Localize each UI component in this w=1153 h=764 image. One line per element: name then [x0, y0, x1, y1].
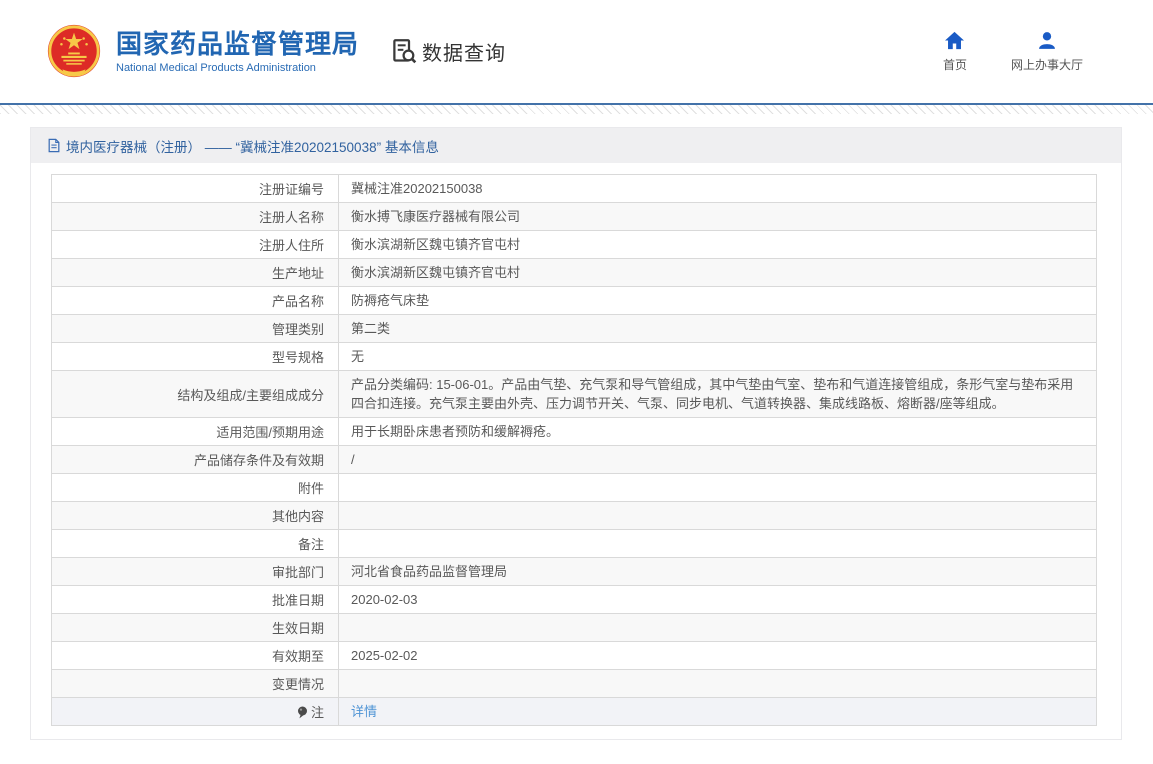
field-value: 防褥疮气床垫	[338, 286, 1097, 315]
nav-service-hall[interactable]: 网上办事大厅	[1011, 31, 1083, 73]
field-value: 衡水搏飞康医疗器械有限公司	[338, 202, 1097, 231]
table-row: 产品储存条件及有效期 /	[51, 445, 1097, 474]
field-value: 用于长期卧床患者预防和缓解褥疮。	[338, 417, 1097, 446]
field-value: 冀械注准20202150038	[338, 174, 1097, 203]
table-row: 注册证编号 冀械注准20202150038	[51, 174, 1097, 203]
table-row: 备注	[51, 529, 1097, 558]
table-row: 审批部门 河北省食品药品监督管理局	[51, 557, 1097, 586]
table-row: 其他内容	[51, 501, 1097, 530]
table-row: 结构及组成/主要组成成分 产品分类编码: 15-06-01。产品由气垫、充气泵和…	[51, 370, 1097, 418]
field-label: 型号规格	[51, 342, 339, 371]
data-query-icon	[393, 39, 417, 64]
nav-home[interactable]: 首页	[943, 31, 967, 73]
page-header: 国家药品监督管理局 National Medical Products Admi…	[0, 0, 1153, 103]
field-label: 批准日期	[51, 585, 339, 614]
panel-title-bar: 境内医疗器械（注册） —— “冀械注准20202150038” 基本信息	[31, 128, 1121, 163]
table-row: 产品名称 防褥疮气床垫	[51, 286, 1097, 315]
note-icon	[297, 706, 308, 722]
field-label: 其他内容	[51, 501, 339, 530]
table-row: 注册人名称 衡水搏飞康医疗器械有限公司	[51, 202, 1097, 231]
field-label: 备注	[51, 529, 339, 558]
table-row: 注册人住所 衡水滨湖新区魏屯镇齐官屯村	[51, 230, 1097, 259]
table-row: 生产地址 衡水滨湖新区魏屯镇齐官屯村	[51, 258, 1097, 287]
brand-title: 国家药品监督管理局	[116, 29, 360, 59]
data-query-section[interactable]: 数据查询	[391, 37, 506, 66]
field-value	[338, 669, 1097, 698]
user-icon	[1039, 31, 1055, 49]
field-value: 2025-02-02	[338, 641, 1097, 670]
detail-panel: 境内医疗器械（注册） —— “冀械注准20202150038” 基本信息 注册证…	[30, 127, 1122, 740]
field-label: 产品名称	[51, 286, 339, 315]
field-value: 无	[338, 342, 1097, 371]
field-value: 第二类	[338, 314, 1097, 343]
detail-link[interactable]: 详情	[351, 704, 377, 719]
field-value	[338, 613, 1097, 642]
field-label: 审批部门	[51, 557, 339, 586]
document-icon	[48, 138, 60, 153]
field-value: 2020-02-03	[338, 585, 1097, 614]
registration-info-table: 注册证编号 冀械注准20202150038 注册人名称 衡水搏飞康医疗器械有限公…	[51, 174, 1097, 726]
home-icon	[945, 31, 965, 49]
field-label: 有效期至	[51, 641, 339, 670]
note-field-value: 详情	[338, 697, 1097, 726]
top-nav: 首页 网上办事大厅	[943, 31, 1083, 73]
data-query-label: 数据查询	[422, 43, 507, 65]
field-label: 适用范围/预期用途	[51, 417, 339, 446]
table-row: 生效日期	[51, 613, 1097, 642]
field-label: 结构及组成/主要组成成分	[51, 370, 339, 418]
field-value: 衡水滨湖新区魏屯镇齐官屯村	[338, 230, 1097, 259]
field-label: 产品储存条件及有效期	[51, 445, 339, 474]
hatch-band	[0, 105, 1153, 114]
field-label: 注册人名称	[51, 202, 339, 231]
note-field-label: 注	[51, 697, 339, 726]
field-label: 变更情况	[51, 669, 339, 698]
brand-block: 国家药品监督管理局 National Medical Products Admi…	[116, 29, 359, 74]
table-row: 管理类别 第二类	[51, 314, 1097, 343]
field-value: 产品分类编码: 15-06-01。产品由气垫、充气泵和导气管组成，其中气垫由气室…	[338, 370, 1097, 418]
table-row: 附件	[51, 473, 1097, 502]
field-value: 衡水滨湖新区魏屯镇齐官屯村	[338, 258, 1097, 287]
nav-home-label: 首页	[942, 57, 967, 72]
table-row: 型号规格 无	[51, 342, 1097, 371]
nmpa-emblem-logo	[47, 24, 101, 77]
field-value	[338, 529, 1097, 558]
page-title: 境内医疗器械（注册） —— “冀械注准20202150038” 基本信息	[66, 139, 439, 155]
field-value: 河北省食品药品监督管理局	[338, 557, 1097, 586]
table-row: 适用范围/预期用途 用于长期卧床患者预防和缓解褥疮。	[51, 417, 1097, 446]
note-label: 注	[310, 704, 324, 720]
table-row: 有效期至 2025-02-02	[51, 641, 1097, 670]
nav-service-hall-label: 网上办事大厅	[1010, 57, 1083, 72]
field-label: 注册证编号	[51, 174, 339, 203]
field-label: 管理类别	[51, 314, 339, 343]
field-value	[338, 473, 1097, 502]
brand-subtitle: National Medical Products Administration	[116, 62, 316, 74]
field-label: 注册人住所	[51, 230, 339, 259]
table-row: 批准日期 2020-02-03	[51, 585, 1097, 614]
field-value	[338, 501, 1097, 530]
field-label: 生效日期	[51, 613, 339, 642]
table-row-note: 注 详情	[51, 697, 1097, 726]
field-value: /	[338, 445, 1097, 474]
field-label: 附件	[51, 473, 339, 502]
field-label: 生产地址	[51, 258, 339, 287]
table-row: 变更情况	[51, 669, 1097, 698]
